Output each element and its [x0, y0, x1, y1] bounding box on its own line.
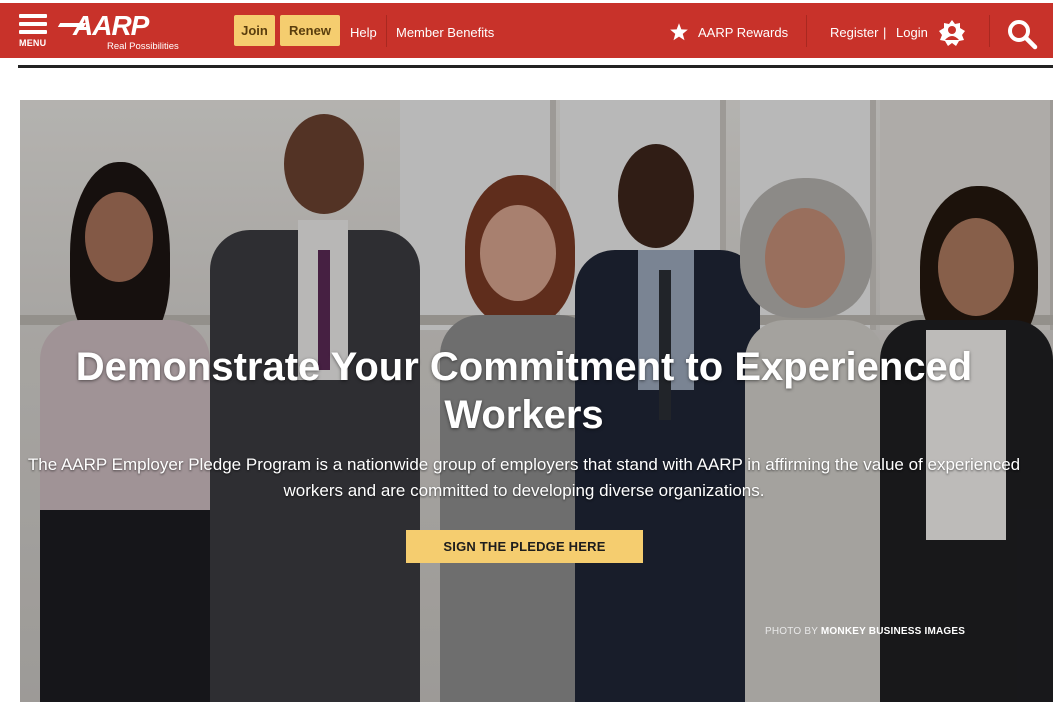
photo-credit-prefix: PHOTO BY	[765, 626, 818, 637]
logo-wordmark: AARP	[73, 10, 149, 41]
star-icon	[670, 23, 688, 41]
hamburger-menu-icon	[19, 14, 47, 18]
hero-description: The AARP Employer Pledge Program is a na…	[27, 455, 1021, 500]
register-login-divider: |	[883, 25, 887, 40]
menu-button[interactable]: MENU	[17, 13, 51, 53]
photo-credit: PHOTO BY MONKEY BUSINESS IMAGES	[765, 626, 965, 637]
hero-title: Demonstrate Your Commitment to Experienc…	[75, 345, 973, 437]
member-benefits-link[interactable]: Member Benefits	[396, 25, 494, 40]
sign-pledge-button[interactable]: SIGN THE PLEDGE HERE	[406, 530, 643, 563]
hamburger-line	[19, 30, 47, 34]
register-link[interactable]: Register	[830, 25, 878, 40]
menu-label: MENU	[19, 38, 47, 48]
hamburger-line	[19, 22, 47, 26]
aarp-logo[interactable]: AARP Real Possibilities	[57, 10, 191, 54]
nav-divider	[806, 15, 807, 47]
header-divider	[18, 65, 1053, 68]
site-header: MENU AARP Real Possibilities Join Renew …	[0, 3, 1053, 58]
login-link[interactable]: Login	[896, 25, 928, 40]
renew-button[interactable]: Renew	[280, 15, 340, 46]
photo-credit-name: MONKEY BUSINESS IMAGES	[820, 626, 966, 637]
help-link[interactable]: Help	[350, 25, 377, 40]
hero-banner: Demonstrate Your Commitment to Experienc…	[20, 100, 1053, 702]
nav-divider	[989, 15, 990, 47]
search-icon[interactable]	[1006, 18, 1038, 50]
nav-divider	[386, 15, 387, 47]
join-button[interactable]: Join	[234, 15, 275, 46]
logo-tagline: Real Possibilities	[107, 41, 179, 52]
aarp-rewards-link[interactable]: AARP Rewards	[698, 25, 788, 40]
login-gear-icon[interactable]	[938, 19, 966, 47]
